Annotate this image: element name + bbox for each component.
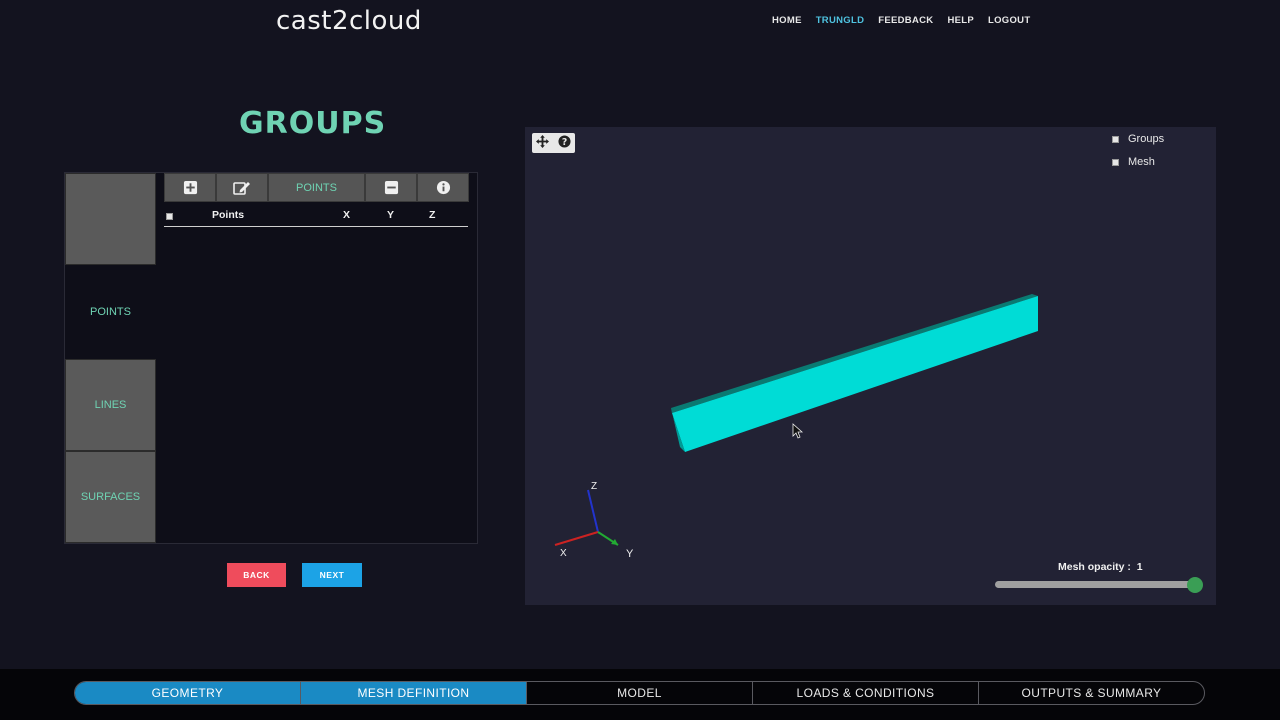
- sidebar-tab-label: POINTS: [90, 306, 131, 318]
- mesh-opacity-slider[interactable]: [995, 581, 1195, 588]
- step-model[interactable]: MODEL: [527, 682, 753, 704]
- nav-user[interactable]: TRUNGLD: [816, 15, 865, 26]
- sidebar-tab-points[interactable]: POINTS: [65, 266, 156, 358]
- step-loads-conditions[interactable]: LOADS & CONDITIONS: [753, 682, 979, 704]
- axis-y-label: Y: [626, 548, 634, 560]
- nav-logout[interactable]: LOGOUT: [988, 15, 1030, 26]
- next-button[interactable]: NEXT: [302, 563, 362, 587]
- step-mesh-definition[interactable]: MESH DEFINITION: [301, 682, 527, 704]
- back-button[interactable]: BACK: [227, 563, 286, 587]
- nav-help[interactable]: HELP: [947, 15, 974, 26]
- minus-square-icon: [384, 180, 398, 195]
- top-nav: HOME TRUNGLD FEEDBACK HELP LOGOUT: [772, 15, 1044, 26]
- axis-x-label: X: [560, 548, 567, 559]
- mesh-opacity-value: 1: [1136, 561, 1143, 573]
- page-title: GROUPS: [239, 106, 387, 141]
- step-outputs-summary[interactable]: OUTPUTS & SUMMARY: [979, 682, 1204, 704]
- points-toolbar: POINTS: [164, 173, 469, 203]
- axes-triad: [554, 489, 619, 546]
- column-y[interactable]: Y: [387, 209, 394, 221]
- step-geometry[interactable]: GEOMETRY: [75, 682, 301, 704]
- column-z[interactable]: Z: [429, 209, 435, 221]
- sidebar-tab-surfaces[interactable]: SURFACES: [65, 451, 156, 543]
- remove-point-button[interactable]: [365, 173, 417, 202]
- mesh-opacity-label: Mesh opacity : 1: [1058, 561, 1143, 573]
- sidebar-tab-lines[interactable]: LINES: [65, 359, 156, 451]
- edit-icon: [233, 181, 250, 195]
- sidebar-tab-label: SURFACES: [80, 491, 141, 503]
- nav-home[interactable]: HOME: [772, 15, 802, 26]
- plus-square-icon: [183, 180, 197, 195]
- edit-point-button[interactable]: [216, 173, 268, 202]
- info-button[interactable]: [417, 173, 469, 202]
- nav-feedback[interactable]: FEEDBACK: [878, 15, 933, 26]
- app-logo[interactable]: cast2cloud: [276, 6, 422, 36]
- viewer-scene: Z X Y: [554, 294, 1038, 560]
- points-toolbar-label: POINTS: [268, 173, 365, 202]
- info-circle-icon: [436, 180, 450, 195]
- mesh-beam[interactable]: [671, 294, 1038, 452]
- points-table-header: Points X Y Z: [164, 205, 468, 227]
- workflow-stepper: GEOMETRY MESH DEFINITION MODEL LOADS & C…: [74, 681, 1205, 705]
- sidebar-tab-label: LINES: [94, 399, 127, 411]
- mouse-cursor-icon: [792, 423, 804, 439]
- column-x[interactable]: X: [343, 209, 350, 221]
- sidebar-tab-blank[interactable]: [65, 173, 156, 265]
- groups-panel: POINTS LINES SURFACES: [64, 172, 478, 544]
- add-point-button[interactable]: [164, 173, 216, 202]
- axis-z-label: Z: [591, 481, 597, 492]
- mesh-opacity-text: Mesh opacity :: [1058, 561, 1131, 573]
- mesh-opacity-slider-handle[interactable]: [1187, 577, 1203, 593]
- column-points[interactable]: Points: [212, 209, 244, 221]
